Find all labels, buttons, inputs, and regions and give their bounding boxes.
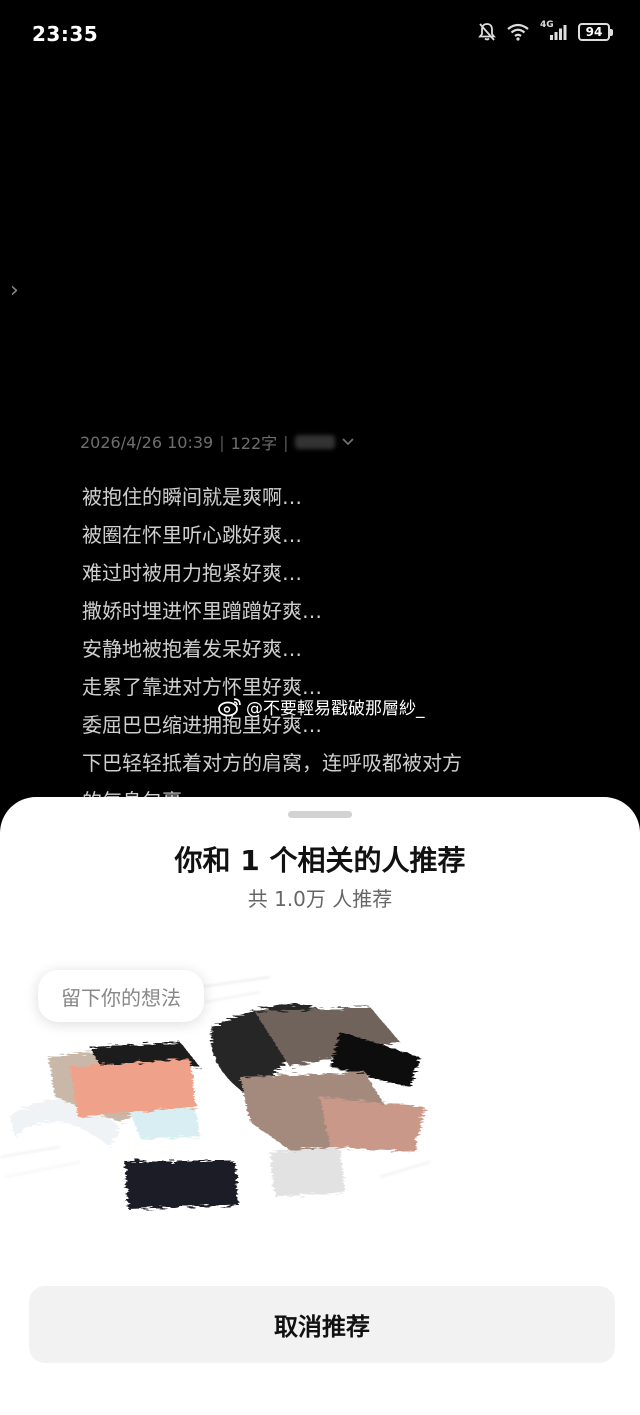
cancel-recommend-button[interactable]: 取消推荐 [29,1286,615,1363]
weibo-logo-icon [218,697,241,716]
chevron-right-icon[interactable]: › [10,278,19,303]
status-bar: 23:35 4G 94 [0,0,640,70]
meta-separator: | [283,432,289,452]
note-meta: 2026/4/26 10:39 | 122字 | [80,430,355,454]
comment-bubble[interactable]: 留下你的想法 [38,970,204,1022]
status-icons: 4G 94 [478,20,613,42]
mute-bell-icon [478,23,496,41]
note-line: 的气息包裹 [82,782,542,798]
recommend-sheet: 你和 1 个相关的人推荐 共 1.0万 人推荐 留下你的想法 取消推荐 [0,797,640,1415]
note-line: 被抱住的瞬间就是爽啊… [82,485,302,509]
battery-level: 94 [585,25,603,39]
status-time: 23:35 [32,22,99,46]
watermark-text: @不要輕易戳破那層紗_ [246,699,425,719]
signal-icon: 4G [540,20,568,41]
sheet-title: 你和 1 个相关的人推荐 [174,844,466,877]
battery-icon: 94 [578,23,613,41]
note-line: 被圈在怀里听心跳好爽… [82,523,302,547]
note-line: 撒娇时埋进怀里蹭蹭好爽… [82,599,322,623]
note-body: 被抱住的瞬间就是爽啊… 被圈在怀里听心跳好爽… 难过时被用力抱紧好爽… 撒娇时埋… [82,478,542,798]
watermark: @不要輕易戳破那層紗_ [218,694,425,719]
blurred-folder-name [294,435,335,449]
sheet-subtitle: 共 1.0万 人推荐 [247,887,393,911]
note-line: 安静地被抱着发呆好爽… [82,637,302,661]
wifi-icon [507,23,529,41]
chevron-down-icon[interactable] [341,437,355,447]
note-line: 难过时被用力抱紧好爽… [82,561,302,585]
note-date: 2026/4/26 10:39 [80,432,214,452]
note-line: 下巴轻轻抵着对方的肩窝，连呼吸都被对方 [82,751,462,775]
sheet-drag-handle[interactable] [288,811,352,818]
note-word-count: 122字 [230,434,278,453]
meta-separator: | [219,432,225,452]
